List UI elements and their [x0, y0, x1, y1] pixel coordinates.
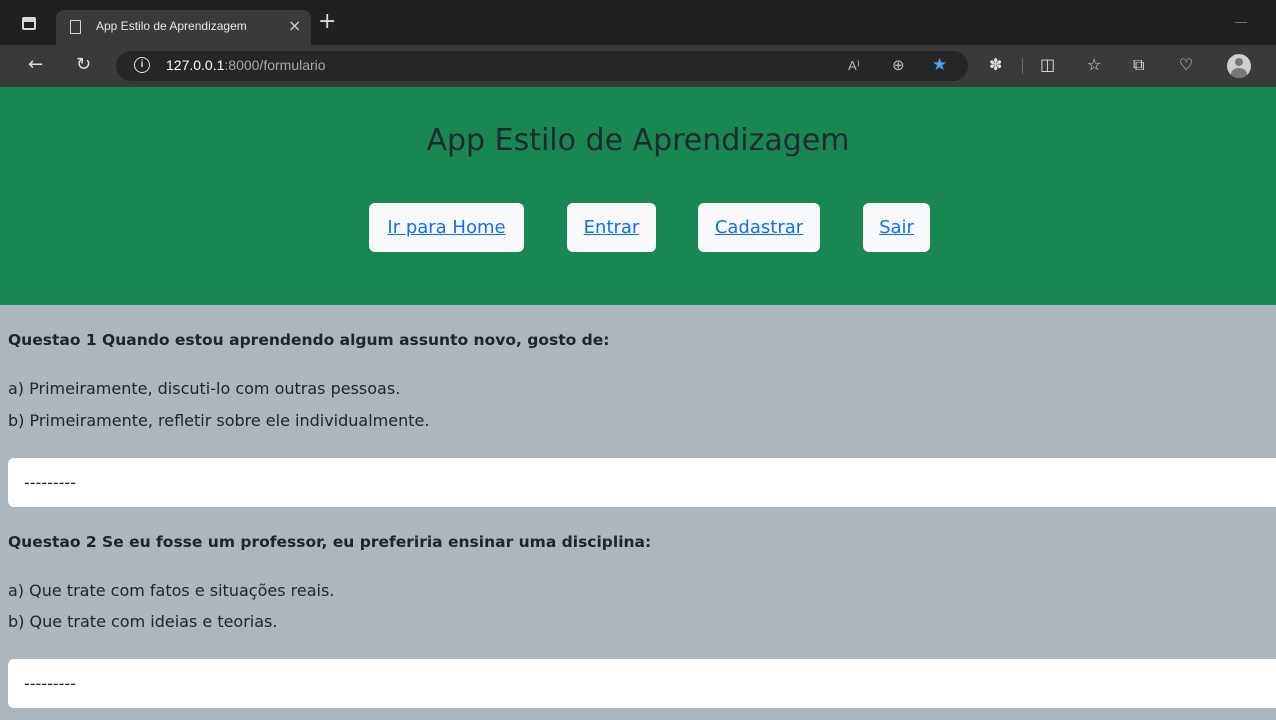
question-2-select[interactable]: ---------: [8, 659, 1276, 708]
question-1-option-a: a) Primeiramente, discuti-lo com outras …: [8, 379, 401, 398]
address-bar[interactable]: i 127.0.0.1:8000/formulario A⁾ ⊕ ★: [116, 51, 968, 81]
question-2-option-a: a) Que trate com fatos e situações reais…: [8, 581, 335, 600]
home-button[interactable]: Ir para Home: [369, 203, 524, 252]
page-icon: [70, 20, 81, 34]
login-button[interactable]: Entrar: [567, 203, 656, 252]
close-tab-icon[interactable]: ×: [288, 16, 301, 35]
new-tab-icon[interactable]: +: [318, 10, 336, 34]
register-button[interactable]: Cadastrar: [698, 203, 820, 252]
page-title: App Estilo de Aprendizagem: [426, 123, 850, 158]
browser-tab[interactable]: App Estilo de Aprendizagem ×: [56, 10, 311, 45]
info-icon[interactable]: i: [134, 57, 150, 73]
question-1-title: Questao 1 Quando estou aprendendo algum …: [8, 331, 610, 349]
read-aloud-icon[interactable]: A⁾: [848, 57, 860, 75]
zoom-icon[interactable]: ⊕: [892, 57, 905, 75]
question-1-option-b: b) Primeiramente, refletir sobre ele ind…: [8, 411, 430, 430]
toolbar-divider: [1022, 58, 1023, 74]
tab-actions-icon[interactable]: [22, 17, 36, 30]
profile-avatar-icon[interactable]: [1227, 54, 1251, 78]
question-2-option-b: b) Que trate com ideias e teorias.: [8, 612, 278, 631]
back-icon[interactable]: ←: [28, 53, 43, 77]
question-2-title: Questao 2 Se eu fosse um professor, eu p…: [8, 533, 652, 551]
minimize-icon[interactable]: [1235, 22, 1247, 23]
questionnaire-form: Questao 1 Quando estou aprendendo algum …: [0, 305, 1276, 720]
favorite-star-icon[interactable]: ★: [932, 56, 947, 74]
home-link[interactable]: Ir para Home: [387, 217, 505, 238]
register-link[interactable]: Cadastrar: [715, 217, 803, 238]
extensions-icon[interactable]: ✽: [989, 54, 1002, 76]
browser-essentials-icon[interactable]: ♡: [1179, 54, 1193, 76]
favorites-icon[interactable]: ☆: [1087, 54, 1101, 76]
browser-tab-bar: App Estilo de Aprendizagem × +: [0, 0, 1276, 45]
logout-link[interactable]: Sair: [879, 217, 914, 238]
login-link[interactable]: Entrar: [584, 217, 640, 238]
tab-title: App Estilo de Aprendizagem: [96, 19, 247, 33]
question-1-select[interactable]: ---------: [8, 458, 1276, 507]
logout-button[interactable]: Sair: [863, 203, 930, 252]
collections-icon[interactable]: ⧉: [1133, 54, 1144, 76]
browser-toolbar: ← ↻ i 127.0.0.1:8000/formulario A⁾ ⊕ ★ ✽…: [0, 45, 1276, 87]
page-header: App Estilo de Aprendizagem Ir para Home …: [0, 87, 1276, 305]
split-screen-icon[interactable]: ◫: [1040, 54, 1055, 76]
refresh-icon[interactable]: ↻: [76, 53, 91, 77]
url-text[interactable]: 127.0.0.1:8000/formulario: [166, 57, 326, 73]
